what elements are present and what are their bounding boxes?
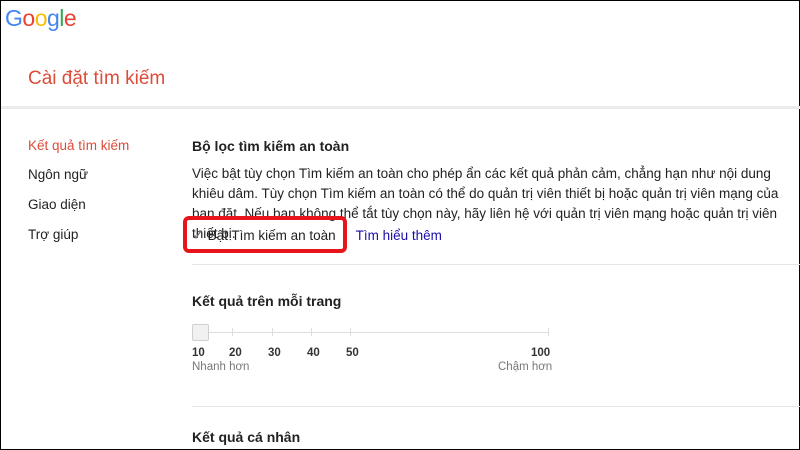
results-slider-track[interactable]: [192, 332, 549, 333]
tick-label: 100: [531, 347, 551, 359]
tick-label: 50: [346, 347, 359, 359]
google-logo: Google: [5, 5, 77, 31]
results-per-page-heading: Kết quả trên mỗi trang: [192, 293, 342, 309]
slider-tick: [350, 328, 351, 336]
slider-tick: [232, 328, 233, 336]
tick-label: 10: [192, 347, 205, 359]
learn-more-link[interactable]: Tìm hiểu thêm: [356, 228, 442, 243]
sidebar-item-help[interactable]: Trợ giúp: [28, 227, 78, 242]
tick-label: 40: [307, 347, 320, 359]
tick-label: 30: [268, 347, 281, 359]
section-divider: [192, 264, 800, 265]
page-title: Cài đặt tìm kiếm: [28, 68, 166, 89]
highlight-box: [183, 216, 347, 253]
slider-tick: [272, 328, 273, 336]
slider-tick: [311, 328, 312, 336]
section-divider: [192, 406, 800, 407]
sidebar-item-languages[interactable]: Ngôn ngữ: [28, 167, 88, 182]
faster-label: Nhanh hơn: [192, 361, 250, 373]
slower-label: Chậm hơn: [498, 361, 553, 373]
safe-search-heading: Bộ lọc tìm kiếm an toàn: [192, 138, 350, 154]
sidebar-item-appearance[interactable]: Giao diện: [28, 197, 86, 212]
sidebar-item-search-results[interactable]: Kết quả tìm kiếm: [28, 138, 129, 153]
header-divider: [1, 106, 800, 109]
tick-label: 20: [229, 347, 242, 359]
personal-results-heading: Kết quả cá nhân: [192, 429, 301, 445]
results-slider-handle[interactable]: [192, 324, 209, 341]
slider-tick: [548, 328, 549, 336]
